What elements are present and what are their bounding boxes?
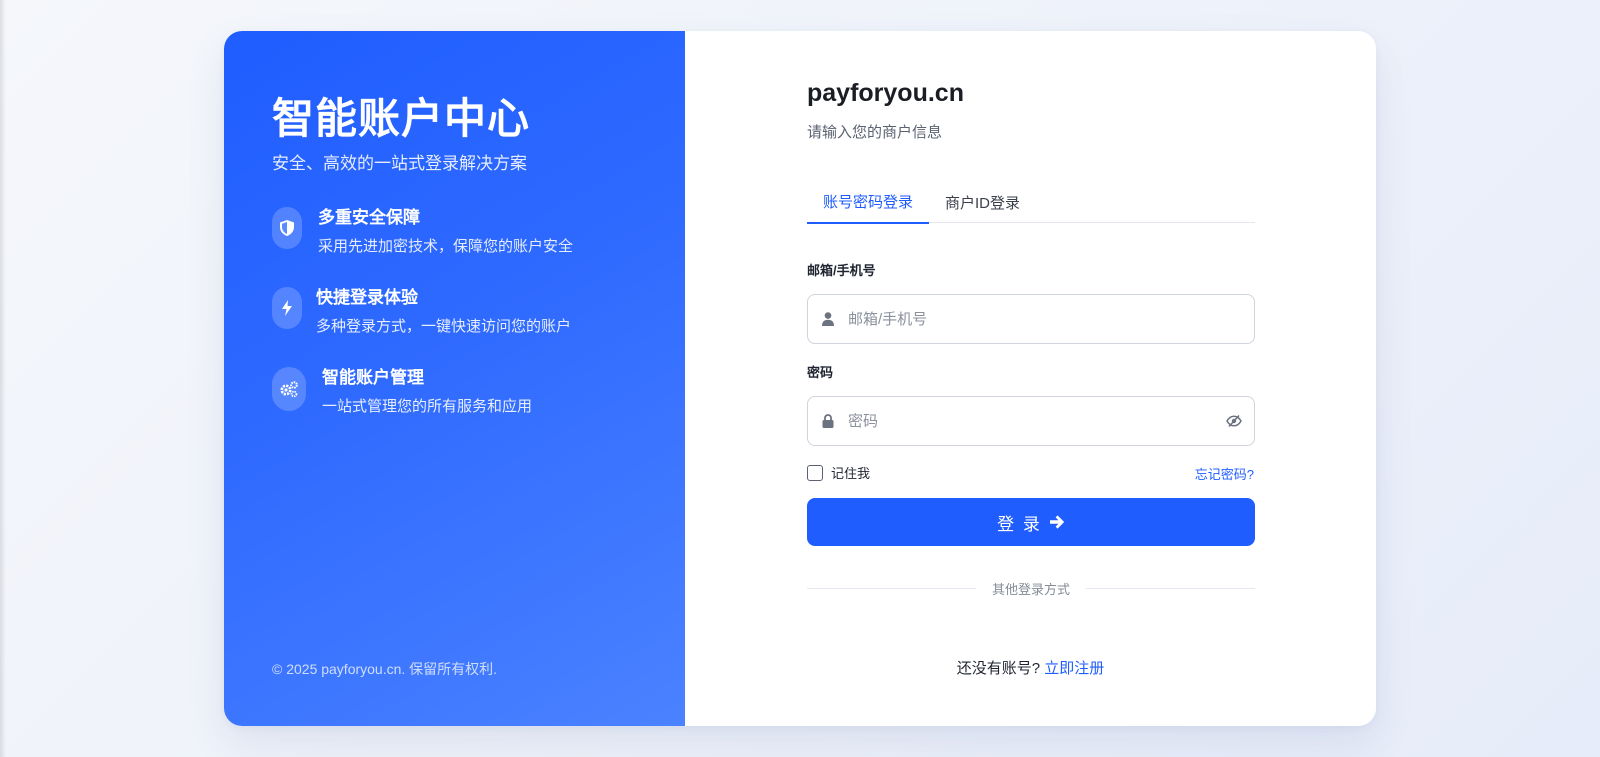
gears-icon <box>272 367 306 411</box>
login-tabs: 账号密码登录 商户ID登录 <box>807 181 1255 224</box>
divider-line <box>1086 588 1256 589</box>
tab-merchant-id-login[interactable]: 商户ID登录 <box>929 181 1036 223</box>
site-name: payforyou.cn <box>807 79 964 107</box>
feature-security: 多重安全保障 采用先进加密技术，保障您的账户安全 <box>272 207 573 257</box>
register-prompt-text: 还没有账号? <box>956 660 1041 677</box>
brand-panel: 智能账户中心 安全、高效的一站式登录解决方案 多重安全保障 采用先进加密技术，保… <box>224 31 685 726</box>
email-label: 邮箱/手机号 <box>807 263 876 278</box>
divider-line <box>807 588 976 589</box>
copyright: © 2025 payforyou.cn. 保留所有权利. <box>272 661 498 677</box>
remember-me[interactable]: 记住我 <box>807 463 870 482</box>
feature-desc: 一站式管理您的所有服务和应用 <box>322 398 533 415</box>
email-input[interactable] <box>848 295 1254 343</box>
password-input[interactable] <box>848 397 1214 445</box>
register-link[interactable]: 立即注册 <box>1044 660 1104 677</box>
arrow-right-icon <box>1049 515 1065 529</box>
brand-title: 智能账户中心 <box>272 95 531 142</box>
forgot-password-link[interactable]: 忘记密码? <box>1195 464 1254 483</box>
remember-checkbox[interactable] <box>807 464 823 481</box>
login-button[interactable]: 登 录 <box>807 498 1255 546</box>
other-login-text: 其他登录方式 <box>992 582 1071 597</box>
feature-account-management: 智能账户管理 一站式管理您的所有服务和应用 <box>272 367 532 417</box>
remember-label: 记住我 <box>831 466 871 481</box>
login-button-label: 登 录 <box>997 514 1042 534</box>
brand-subtitle: 安全、高效的一站式登录解决方案 <box>272 154 527 173</box>
feature-title: 快捷登录体验 <box>316 288 418 307</box>
user-icon <box>808 312 848 326</box>
other-login-divider: 其他登录方式 <box>807 579 1256 598</box>
register-prompt: 还没有账号? 立即注册 <box>685 657 1376 678</box>
login-card: 智能账户中心 安全、高效的一站式登录解决方案 多重安全保障 采用先进加密技术，保… <box>224 31 1376 726</box>
bolt-icon <box>272 287 302 329</box>
window-edge-shadow <box>0 0 6 757</box>
form-subtitle: 请输入您的商户信息 <box>807 124 943 141</box>
tab-password-login[interactable]: 账号密码登录 <box>807 181 930 224</box>
feature-desc: 多种登录方式，一键快速访问您的账户 <box>316 318 572 335</box>
password-label: 密码 <box>807 365 834 380</box>
feature-desc: 采用先进加密技术，保障您的账户安全 <box>318 238 574 255</box>
lock-icon <box>808 414 848 428</box>
password-field-wrapper <box>807 396 1255 446</box>
eye-slash-icon[interactable] <box>1214 415 1254 427</box>
login-form-panel: payforyou.cn 请输入您的商户信息 账号密码登录 商户ID登录 邮箱/… <box>685 31 1376 726</box>
feature-fast-login: 快捷登录体验 多种登录方式，一键快速访问您的账户 <box>272 287 571 337</box>
feature-title: 多重安全保障 <box>318 208 420 227</box>
feature-title: 智能账户管理 <box>322 368 424 387</box>
email-field-wrapper <box>807 294 1255 344</box>
shield-icon <box>272 207 302 249</box>
